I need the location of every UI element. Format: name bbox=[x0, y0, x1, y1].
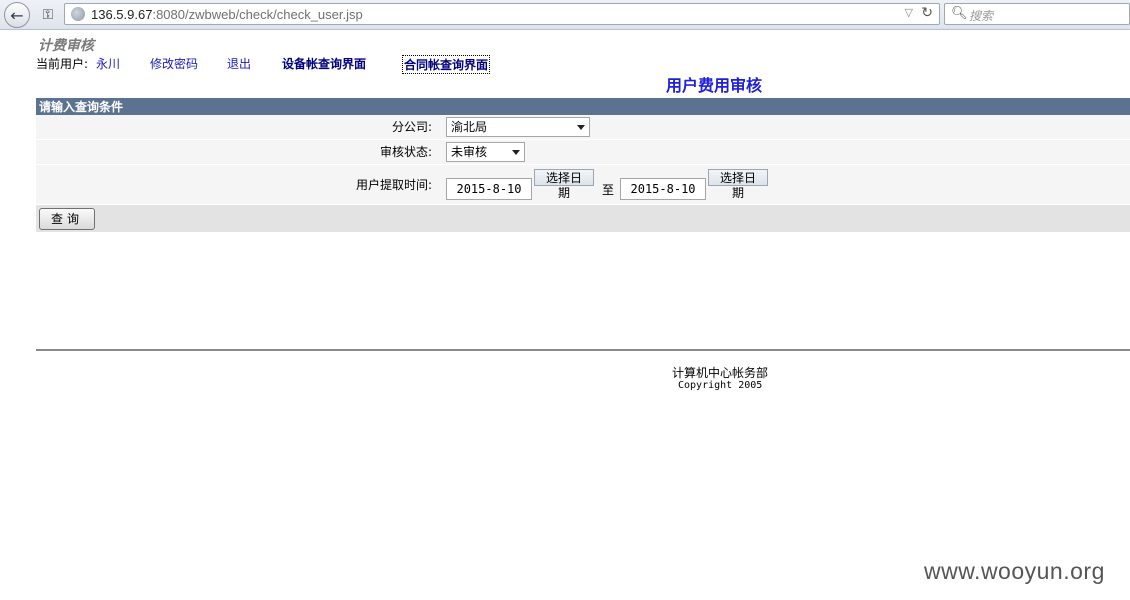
watermark-text: www.wooyun.org bbox=[924, 558, 1105, 584]
url-host: 136.5.9.67 bbox=[91, 7, 153, 22]
site-title: 计费审核 bbox=[38, 38, 94, 54]
pick-date-to-label-bottom: 期 bbox=[732, 185, 745, 200]
query-form: 请输入查询条件 分公司: 渝北局 审核状态: 未审核 用户提取时间: 2015-… bbox=[36, 98, 1130, 232]
url-text[interactable]: 136.5.9.67:8080/zwbweb/check/check_user.… bbox=[91, 7, 363, 22]
contract-query-link[interactable]: 合同帐查询界面 bbox=[402, 55, 491, 74]
chevron-down-icon bbox=[512, 149, 520, 155]
pick-date-to-label-top: 选择日 bbox=[708, 168, 769, 186]
status-select-value: 未审核 bbox=[451, 144, 488, 159]
logout-link[interactable]: 退出 bbox=[227, 55, 251, 72]
button-row: 查询 bbox=[36, 204, 1130, 232]
branch-select-value: 渝北局 bbox=[451, 119, 488, 134]
status-label: 审核状态: bbox=[379, 145, 432, 159]
reload-icon[interactable]: ↻ bbox=[921, 5, 933, 21]
date-from-input[interactable]: 2015-8-10 bbox=[446, 178, 532, 200]
pick-date-from-button[interactable]: 选择日 期 bbox=[534, 168, 594, 200]
change-password-link[interactable]: 修改密码 bbox=[150, 55, 198, 72]
section-header: 请输入查询条件 bbox=[36, 98, 1130, 115]
pick-date-from-label-top: 选择日 bbox=[534, 168, 594, 186]
address-bar[interactable]: 136.5.9.67:8080/zwbweb/check/check_user.… bbox=[64, 3, 940, 25]
current-user-name: 永川 bbox=[96, 57, 121, 71]
globe-icon bbox=[71, 7, 85, 21]
footer-divider bbox=[36, 349, 1130, 351]
dropdown-arrow-icon[interactable]: ▽ bbox=[905, 6, 913, 19]
browser-toolbar: ← ⚿ 136.5.9.67:8080/zwbweb/check/check_u… bbox=[0, 0, 1130, 30]
time-label: 用户提取时间: bbox=[355, 177, 432, 192]
url-path: :8080/zwbweb/check/check_user.jsp bbox=[152, 7, 363, 22]
footer-copyright: Copyright 2005 bbox=[678, 380, 763, 391]
branch-select[interactable]: 渝北局 bbox=[446, 116, 590, 137]
chevron-down-icon bbox=[577, 124, 585, 130]
query-button[interactable]: 查询 bbox=[39, 208, 95, 231]
search-placeholder: 搜索 bbox=[969, 9, 994, 23]
search-icon: 🔍︎ bbox=[951, 6, 968, 21]
search-bar[interactable]: 🔍︎ 搜索 bbox=[944, 3, 1130, 25]
status-select[interactable]: 未审核 bbox=[446, 141, 525, 162]
pick-date-to-button[interactable]: 选择日 期 bbox=[708, 168, 769, 200]
current-user-label: 当前用户: bbox=[36, 57, 89, 71]
footer-department: 计算机中心帐务部 bbox=[672, 366, 769, 380]
to-label: 至 bbox=[602, 182, 615, 197]
back-arrow-icon[interactable]: ← bbox=[4, 2, 30, 28]
pick-date-from-label-bottom: 期 bbox=[557, 185, 570, 200]
page-title: 用户费用审核 bbox=[666, 76, 763, 95]
key-icon[interactable]: ⚿ bbox=[36, 4, 60, 26]
date-range: 2015-8-10 选择日 期 至 2015-8-10 选择日 期 bbox=[446, 168, 769, 200]
device-query-link[interactable]: 设备帐查询界面 bbox=[282, 55, 366, 72]
branch-label: 分公司: bbox=[391, 120, 432, 135]
date-to-input[interactable]: 2015-8-10 bbox=[620, 178, 707, 200]
